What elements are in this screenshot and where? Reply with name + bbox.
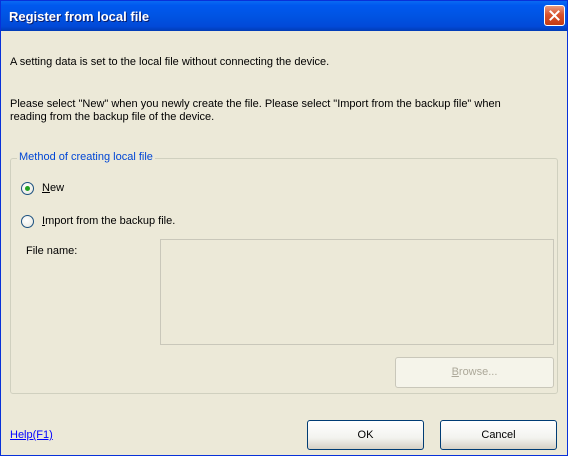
close-button[interactable] <box>544 5 565 26</box>
file-name-label: File name: <box>26 245 78 257</box>
intro-text: A setting data is set to the local file … <box>10 56 330 68</box>
radio-selected-dot <box>25 185 30 191</box>
radio-new-label: New <box>42 182 65 194</box>
window-title: Register from local file <box>9 9 150 24</box>
instruction-text-line1: Please select "New" when you newly creat… <box>10 98 501 110</box>
title-bar[interactable]: Register from local file <box>1 1 567 31</box>
method-groupbox: Method of creating local file New Import… <box>10 151 558 394</box>
radio-import-label: Import from the backup file. <box>42 215 176 227</box>
file-name-field <box>160 239 554 345</box>
dialog-body: A setting data is set to the local file … <box>1 31 567 455</box>
radio-import[interactable]: Import from the backup file. <box>21 213 175 229</box>
dialog-window: Register from local file A setting data … <box>0 0 568 456</box>
browse-button[interactable]: Browse... <box>395 357 554 388</box>
help-link[interactable]: Help(F1) <box>10 429 53 441</box>
close-icon <box>549 10 560 21</box>
radio-import-control[interactable] <box>21 214 34 228</box>
radio-new-control[interactable] <box>21 181 34 195</box>
instruction-text-line2: reading from the backup file of the devi… <box>10 111 215 123</box>
radio-new[interactable]: New <box>21 180 64 196</box>
cancel-button[interactable]: Cancel <box>440 420 557 450</box>
ok-button[interactable]: OK <box>307 420 424 450</box>
groupbox-legend: Method of creating local file <box>17 151 155 163</box>
